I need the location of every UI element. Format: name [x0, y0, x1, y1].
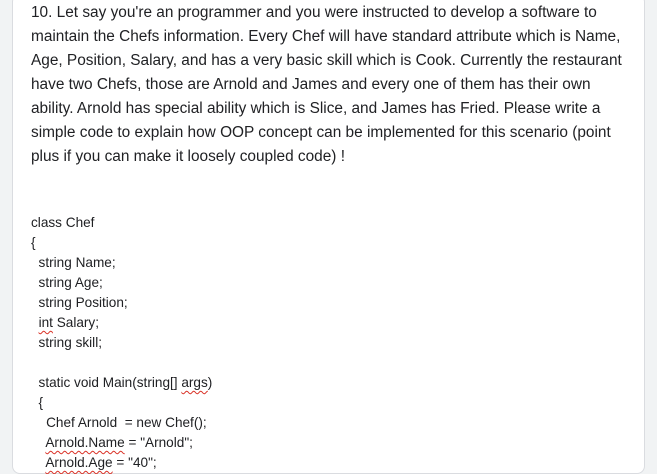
answer-line: Chef Arnold = new Chef(); — [31, 413, 631, 433]
code-text: { — [31, 395, 44, 410]
answer-line: string Position; — [31, 293, 631, 313]
code-text: Chef Arnold = new Chef(); — [31, 415, 207, 430]
code-text: ) — [207, 375, 213, 390]
code-text: = "Arnold"; — [124, 435, 193, 450]
answer-line: string Name; — [31, 253, 631, 273]
answer-line: { — [31, 233, 631, 253]
misspelled-word: Arnold.Name — [45, 435, 125, 450]
answer-line: int Salary; — [31, 313, 631, 333]
answer-line: class Chef — [31, 213, 631, 233]
answer-line: Arnold.Age = "40"; — [31, 453, 631, 473]
code-text: string Name; — [31, 255, 116, 270]
answer-line: { — [31, 393, 631, 413]
code-text: Salary; — [52, 315, 100, 330]
code-text: static void Main(string[] — [31, 375, 182, 390]
code-text: class Chef — [31, 215, 95, 230]
answer-line — [31, 353, 631, 373]
question-text: 10. Let say you're an programmer and you… — [31, 4, 622, 165]
answer-line: Arnold.Name = "Arnold"; — [31, 433, 631, 453]
code-text: string Age; — [31, 275, 103, 290]
code-text: = "40"; — [112, 455, 157, 470]
misspelled-word: Arnold.Age — [45, 455, 113, 470]
question-card: 10. Let say you're an programmer and you… — [12, 0, 645, 474]
answer-line: string Age; — [31, 273, 631, 293]
answer-line: string skill; — [31, 333, 631, 353]
misspelled-word: args — [181, 375, 208, 390]
code-text: string skill; — [31, 335, 103, 350]
answer-text-area[interactable]: class Chef { string Name; string Age; str… — [31, 213, 631, 473]
code-text: { — [31, 235, 36, 250]
code-text: string Position; — [31, 295, 128, 310]
misspelled-word: int — [38, 315, 53, 330]
answer-line: static void Main(string[] args) — [31, 373, 631, 393]
